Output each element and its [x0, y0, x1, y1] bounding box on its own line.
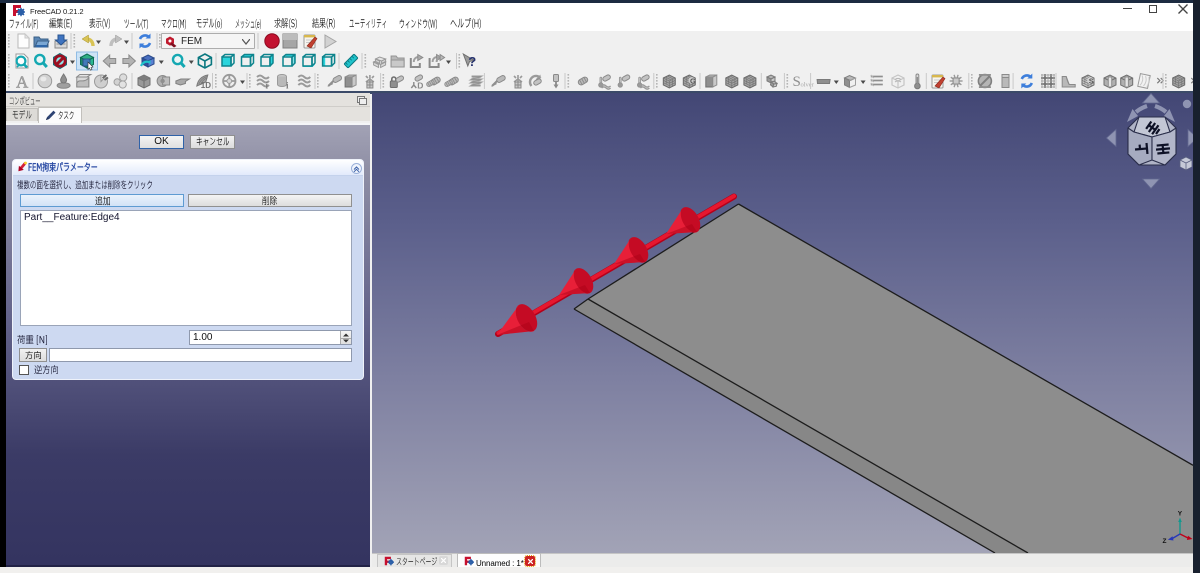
- svg-text:?: ?: [468, 54, 476, 69]
- svg-text:S: S: [1089, 76, 1094, 85]
- svg-text:1D: 1D: [201, 81, 211, 90]
- svg-text:G: G: [690, 76, 696, 85]
- svg-text:olver: olver: [801, 82, 815, 89]
- svg-text:Z: Z: [1163, 538, 1167, 545]
- svg-text:D: D: [417, 81, 423, 91]
- svg-text:i: i: [286, 81, 289, 91]
- svg-text:A: A: [16, 73, 29, 92]
- svg-text:Y: Y: [1178, 511, 1183, 518]
